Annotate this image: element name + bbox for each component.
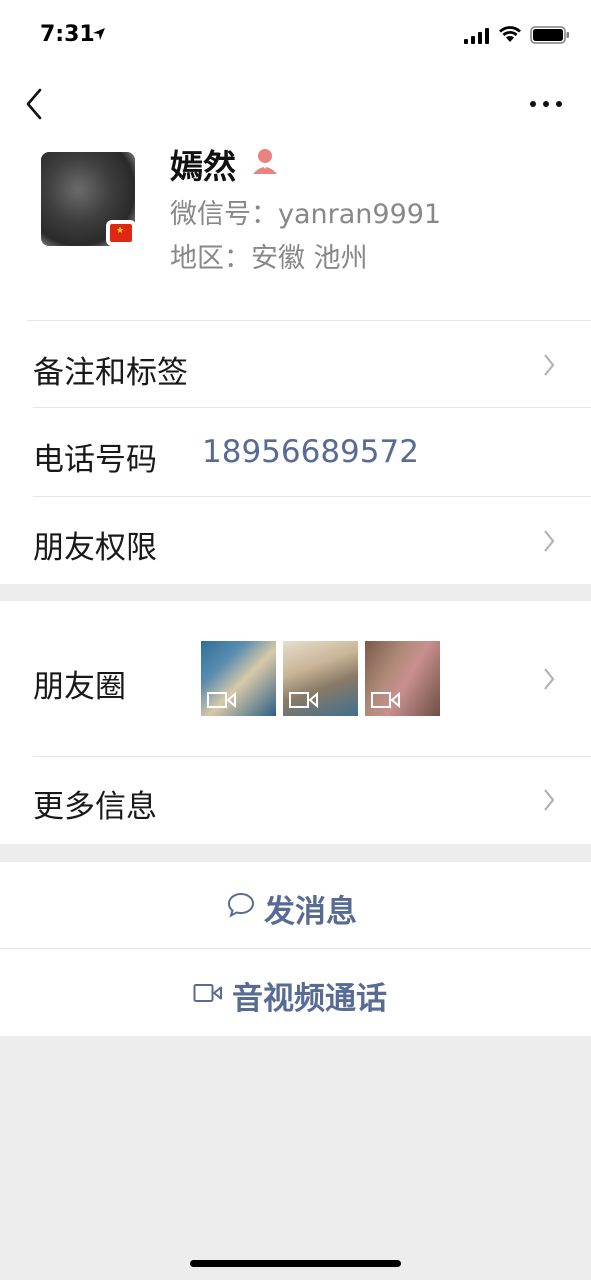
friend-permissions-label: 朋友权限 xyxy=(33,530,157,566)
moments-thumbnail[interactable] xyxy=(283,641,358,716)
video-call-label: 音视频通话 xyxy=(232,981,387,1017)
battery-icon xyxy=(530,26,569,44)
send-message-button[interactable]: 发消息 xyxy=(0,862,591,948)
friend-permissions-row[interactable]: 朋友权限 xyxy=(0,497,591,584)
phone-label: 电话号码 xyxy=(33,442,157,478)
moments-thumbnail[interactable] xyxy=(365,641,440,716)
signal-icon xyxy=(464,28,489,44)
location-arrow-icon xyxy=(93,28,105,40)
wifi-icon xyxy=(499,26,521,42)
moments-thumbnail[interactable] xyxy=(201,641,276,716)
female-gender-icon xyxy=(253,149,277,174)
chat-bubble-icon xyxy=(227,892,255,918)
phone-number-link[interactable]: 18956689572 xyxy=(202,434,419,470)
video-icon xyxy=(371,691,400,709)
back-button[interactable] xyxy=(20,86,50,122)
video-icon xyxy=(289,691,318,709)
china-flag-icon: ★ xyxy=(106,220,136,246)
home-indicator[interactable] xyxy=(190,1260,401,1267)
chevron-right-icon xyxy=(544,789,555,811)
video-camera-icon xyxy=(193,984,222,1002)
video-icon xyxy=(207,691,236,709)
status-time: 7:31 xyxy=(40,22,95,47)
chevron-right-icon xyxy=(544,530,555,552)
more-options-button[interactable] xyxy=(526,96,566,112)
region: 地区：安徽 池州 xyxy=(170,243,368,274)
more-info-label: 更多信息 xyxy=(33,789,157,825)
wechat-id: 微信号：yanran9991 xyxy=(170,199,442,230)
chevron-right-icon xyxy=(544,354,555,376)
video-call-button[interactable]: 音视频通话 xyxy=(0,949,591,1035)
remark-tags-row[interactable]: 备注和标签 xyxy=(0,321,591,407)
send-message-label: 发消息 xyxy=(264,894,357,930)
remark-tags-label: 备注和标签 xyxy=(33,355,188,391)
moments-label: 朋友圈 xyxy=(33,669,126,705)
more-info-row[interactable]: 更多信息 xyxy=(0,757,591,844)
nickname: 嫣然 xyxy=(170,147,236,186)
chevron-right-icon xyxy=(544,668,555,690)
